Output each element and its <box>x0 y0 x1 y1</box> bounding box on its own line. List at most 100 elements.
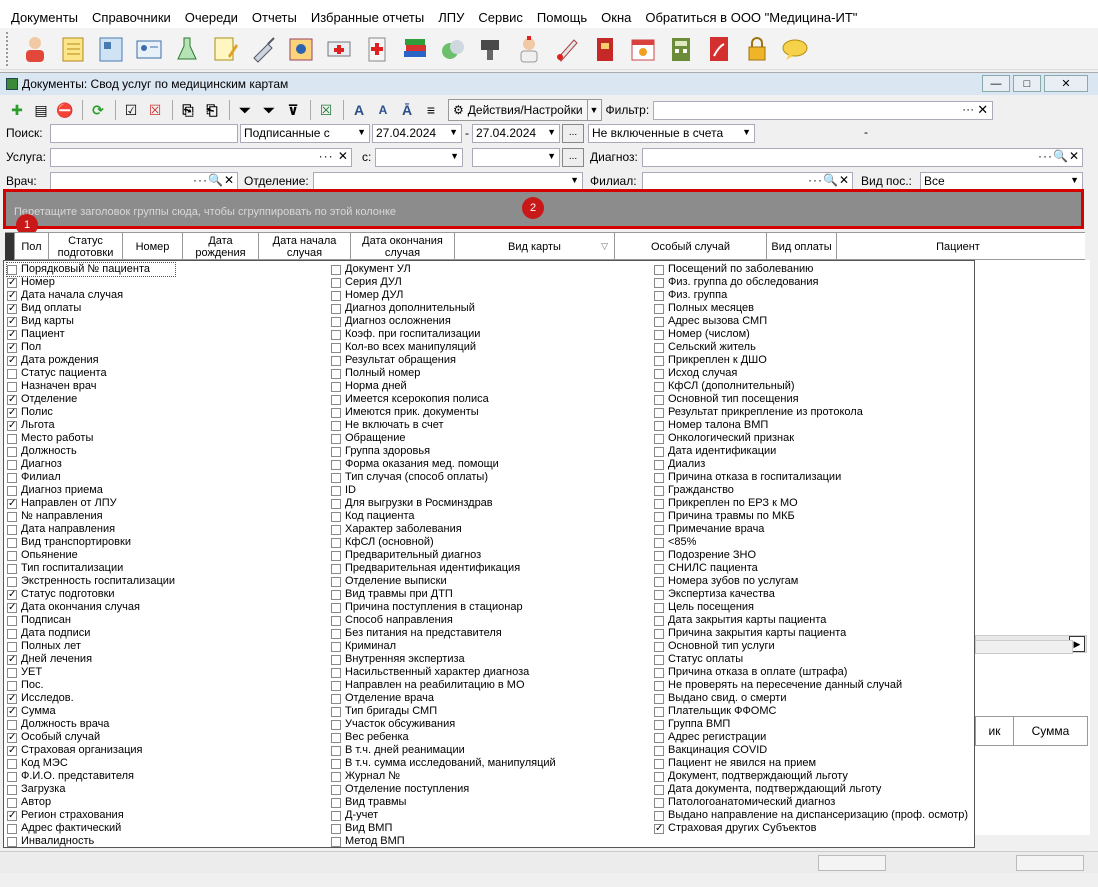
column-option[interactable]: Гражданство <box>654 484 968 497</box>
column-option[interactable]: Должность <box>7 445 175 458</box>
checkbox[interactable] <box>654 355 664 366</box>
column-option[interactable]: Плательщик ФФОМС <box>654 705 968 718</box>
column-option[interactable]: Прикреплен к ДШО <box>654 354 968 367</box>
reports-icon[interactable] <box>285 33 317 65</box>
checkbox[interactable] <box>331 433 341 444</box>
column-option[interactable]: Дата подписи <box>7 627 175 640</box>
checkbox[interactable] <box>654 290 664 301</box>
copy-icon[interactable]: ⎘ <box>177 99 199 121</box>
service-period-button[interactable]: ... <box>562 148 584 167</box>
col-gender[interactable]: Пол <box>15 233 49 260</box>
menu-documents[interactable]: Документы <box>4 10 85 25</box>
column-option[interactable]: Способ направления <box>331 614 556 627</box>
checkbox[interactable] <box>7 524 17 535</box>
checkbox[interactable] <box>331 836 341 847</box>
column-option[interactable]: Страховая других Субъектов <box>654 822 968 835</box>
checkbox[interactable] <box>7 719 17 730</box>
sort-icon[interactable]: ≡ <box>420 99 442 121</box>
checkbox[interactable] <box>7 641 17 652</box>
excel-icon[interactable]: ☒ <box>315 99 337 121</box>
checkbox[interactable] <box>7 406 17 419</box>
column-option[interactable]: Страховая организация <box>7 744 175 757</box>
column-option[interactable]: Код МЭС <box>7 757 175 770</box>
actions-dropdown-arrow[interactable]: ▼ <box>587 99 602 121</box>
checkbox[interactable] <box>654 615 664 626</box>
checkbox[interactable] <box>331 459 341 470</box>
column-option[interactable]: Примечание врача <box>654 523 968 536</box>
period-button[interactable]: ... <box>562 124 584 143</box>
scanner-icon[interactable] <box>475 33 507 65</box>
column-option[interactable]: Номер ДУЛ <box>331 289 556 302</box>
column-option[interactable]: Диагноз приема <box>7 484 175 497</box>
checkbox[interactable] <box>654 719 664 730</box>
checkbox[interactable] <box>7 628 17 639</box>
checkbox[interactable] <box>7 497 17 510</box>
column-option[interactable]: Номер талона ВМП <box>654 419 968 432</box>
checkbox[interactable] <box>7 823 17 834</box>
column-option[interactable]: Отделение поступления <box>331 783 556 796</box>
column-option[interactable]: № направления <box>7 510 175 523</box>
column-option[interactable]: Вид травмы при ДТП <box>331 588 556 601</box>
checkbox[interactable] <box>331 706 341 717</box>
col-case-start[interactable]: Дата начала случая <box>259 233 351 260</box>
checkbox[interactable] <box>654 472 664 483</box>
column-option[interactable]: Статус подготовки <box>7 588 175 601</box>
column-option[interactable]: УЕТ <box>7 666 175 679</box>
checkbox[interactable] <box>331 654 341 665</box>
column-option[interactable]: Причина закрытия карты пациента <box>654 627 968 640</box>
column-option[interactable]: Номер (числом) <box>654 328 968 341</box>
checkbox[interactable] <box>331 498 341 509</box>
checkbox[interactable] <box>331 511 341 522</box>
checkbox[interactable] <box>654 537 664 548</box>
column-option[interactable]: Отделение выписки <box>331 575 556 588</box>
checkbox[interactable] <box>331 810 341 821</box>
column-option[interactable]: Результат обращения <box>331 354 556 367</box>
column-option[interactable]: Исход случая <box>654 367 968 380</box>
checkbox[interactable] <box>7 354 17 367</box>
checkbox[interactable] <box>7 771 17 782</box>
checkbox[interactable] <box>654 602 664 613</box>
checkbox[interactable] <box>331 615 341 626</box>
column-option[interactable]: Отделение <box>7 393 175 406</box>
column-option[interactable]: Отделение врача <box>331 692 556 705</box>
checkbox[interactable] <box>7 537 17 548</box>
checkbox[interactable] <box>7 836 17 847</box>
column-option[interactable]: КфСЛ (основной) <box>331 536 556 549</box>
calculator-icon[interactable] <box>665 33 697 65</box>
column-option[interactable]: Полных лет <box>7 640 175 653</box>
checkbox[interactable] <box>654 368 664 379</box>
column-option[interactable]: Причина отказа в госпитализации <box>654 471 968 484</box>
column-option[interactable]: Порядковый № пациента <box>5 262 177 277</box>
checkbox[interactable] <box>331 342 341 353</box>
first-aid-icon[interactable] <box>361 33 393 65</box>
column-option[interactable]: Вид ВМП <box>331 822 556 835</box>
checkbox[interactable] <box>654 706 664 717</box>
column-option[interactable]: Документ УЛ <box>331 263 556 276</box>
column-option[interactable]: Внутренняя экспертиза <box>331 653 556 666</box>
check-list-icon[interactable]: ☑ <box>120 99 142 121</box>
checkbox[interactable] <box>654 628 664 639</box>
checkbox[interactable] <box>7 315 17 328</box>
menu-contact-vendor[interactable]: Обратиться в ООО "Медицина-ИТ" <box>638 10 864 25</box>
column-option[interactable]: Код пациента <box>331 510 556 523</box>
column-option[interactable]: Вид травмы <box>331 796 556 809</box>
checkbox[interactable] <box>7 758 17 769</box>
checkbox[interactable] <box>331 329 341 340</box>
column-option[interactable]: Направлен от ЛПУ <box>7 497 175 510</box>
column-option[interactable]: Основной тип услуги <box>654 640 968 653</box>
column-option[interactable]: Посещений по заболеванию <box>654 263 968 276</box>
calendar-icon[interactable] <box>627 33 659 65</box>
checkbox[interactable] <box>331 758 341 769</box>
lock-icon[interactable] <box>741 33 773 65</box>
signed-select[interactable]: Подписанные с <box>240 124 370 143</box>
column-option[interactable]: Ф.И.О. представителя <box>7 770 175 783</box>
column-option[interactable]: Тип бригады СМП <box>331 705 556 718</box>
menu-queues[interactable]: Очереди <box>178 10 245 25</box>
column-option[interactable]: Причина отказа в оплате (штрафа) <box>654 666 968 679</box>
menu-service[interactable]: Сервис <box>471 10 530 25</box>
column-option[interactable]: Д-учет <box>331 809 556 822</box>
column-option[interactable]: Коэф. при госпитализации <box>331 328 556 341</box>
diagnosis-actions-icon[interactable]: ···🔍✕ <box>1038 149 1080 163</box>
column-chooser-button[interactable] <box>5 233 15 260</box>
column-option[interactable]: Регион страхования <box>7 809 175 822</box>
